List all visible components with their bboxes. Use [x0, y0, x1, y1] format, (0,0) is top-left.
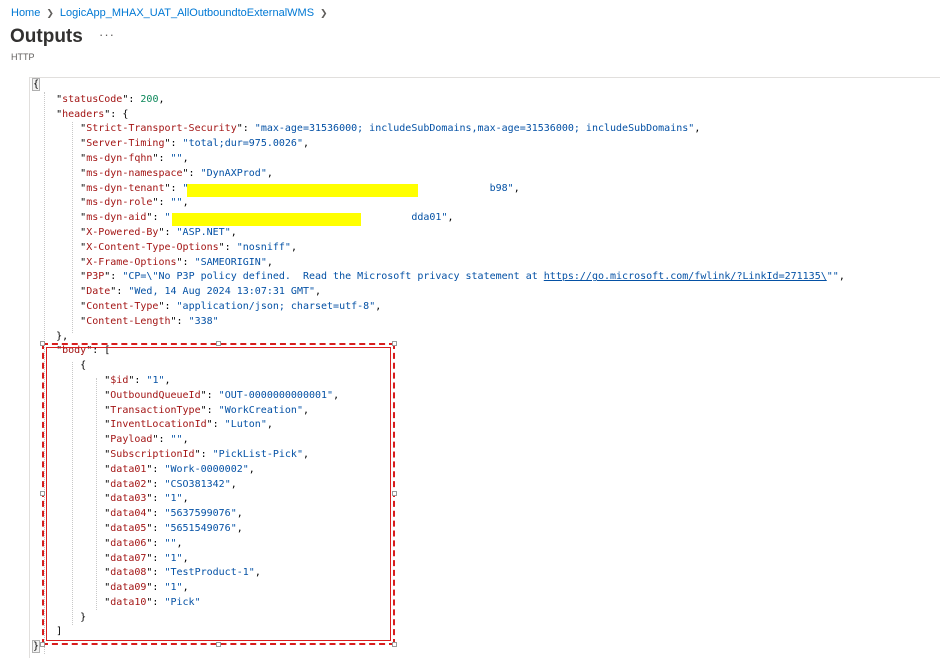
chevron-right-icon: ❯ [46, 7, 54, 18]
code-line: "ms-dyn-fqhn": "", [80, 152, 189, 164]
body-highlight-box [40, 341, 397, 647]
privacy-statement-link[interactable]: https://go.microsoft.com/fwlink/?LinkId=… [544, 271, 827, 282]
json-string-value: DynAXProd [206, 167, 261, 179]
json-string-value: dda01 [411, 212, 442, 224]
resize-handle[interactable] [40, 642, 45, 647]
json-key: Date [86, 286, 111, 298]
chevron-right-icon: ❯ [320, 7, 328, 18]
breadcrumb: Home ❯ LogicApp_MHAX_UAT_AllOutboundtoEx… [11, 6, 334, 20]
json-key: headers [62, 108, 105, 120]
json-number-value: 200 [140, 93, 159, 105]
resize-handle[interactable] [216, 642, 221, 647]
resize-handle[interactable] [216, 341, 221, 346]
code-line: "ms-dyn-role": "", [80, 197, 189, 209]
redaction-mark [187, 184, 418, 197]
breadcrumb-home-link[interactable]: Home [11, 7, 40, 19]
json-string-value: 338 [194, 315, 213, 327]
code-line: "Date": "Wed, 14 Aug 2024 13:07:31 GMT", [80, 286, 322, 298]
json-key: X-Frame-Options [86, 256, 177, 268]
json-key: Strict-Transport-Security [86, 123, 237, 135]
json-string-value: max-age=31536000; includeSubDomains,max-… [260, 123, 689, 135]
resize-handle[interactable] [40, 491, 45, 496]
json-key: X-Content-Type-Options [86, 241, 219, 253]
json-key: ms-dyn-role [86, 197, 153, 209]
json-string-value: ASP.NET [182, 226, 225, 238]
code-line: "X-Powered-By": "ASP.NET", [80, 226, 237, 238]
code-line: "Server-Timing": "total;dur=975.0026", [80, 138, 310, 150]
json-key: Content-Length [86, 315, 171, 327]
code-line: "X-Frame-Options": "SAMEORIGIN", [80, 256, 273, 268]
more-horizontal-icon[interactable]: ··· [99, 27, 115, 42]
json-key: Server-Timing [86, 138, 165, 150]
resize-handle[interactable] [392, 341, 397, 346]
code-line: "X-Content-Type-Options": "nosniff", [80, 241, 297, 253]
redaction-mark [172, 213, 361, 226]
code-line: "ms-dyn-aid": " dda01", [80, 212, 454, 224]
resize-handle[interactable] [392, 642, 397, 647]
bracket-match: } [32, 640, 41, 654]
code-line: "ms-dyn-tenant": " b98", [80, 182, 520, 194]
json-string-value: total;dur=975.0026 [188, 138, 297, 150]
resize-handle[interactable] [40, 341, 45, 346]
code-line: "P3P": "CP=\"No P3P policy defined. Read… [80, 271, 845, 283]
json-key: P3P [86, 271, 105, 283]
json-key: Content-Type [86, 300, 159, 312]
page-subtitle: HTTP [11, 52, 35, 62]
code-line: { [32, 78, 845, 93]
page-title: Outputs [10, 26, 83, 47]
code-line: "Strict-Transport-Security": "max-age=31… [80, 123, 701, 135]
resize-handle[interactable] [392, 491, 397, 496]
json-string-value: nosniff [242, 241, 285, 253]
json-string-value: SAMEORIGIN [200, 256, 261, 268]
json-string-value: Wed, 14 Aug 2024 13:07:31 GMT [134, 286, 309, 298]
json-key: ms-dyn-fqhn [86, 152, 153, 164]
json-key: ms-dyn-namespace [86, 167, 183, 179]
code-line: "headers": { [56, 108, 129, 120]
breadcrumb-logic-app-link[interactable]: LogicApp_MHAX_UAT_AllOutboundtoExternalW… [60, 7, 314, 19]
json-key: statusCode [62, 93, 123, 105]
json-string-value: application/json; charset=utf-8 [182, 300, 370, 312]
bracket-match: { [32, 78, 41, 91]
json-key: X-Powered-By [86, 226, 159, 238]
code-line: "statusCode": 200, [56, 93, 165, 105]
json-key: ms-dyn-aid [86, 212, 147, 224]
json-string-value: b98 [489, 182, 508, 194]
code-line: "Content-Length": "338" [80, 315, 219, 327]
json-string-value: CP=\"No P3P policy defined. Read the Mic… [128, 271, 544, 283]
json-key: ms-dyn-tenant [86, 182, 165, 194]
code-line: "Content-Type": "application/json; chars… [80, 300, 382, 312]
code-line: "ms-dyn-namespace": "DynAXProd", [80, 167, 273, 179]
